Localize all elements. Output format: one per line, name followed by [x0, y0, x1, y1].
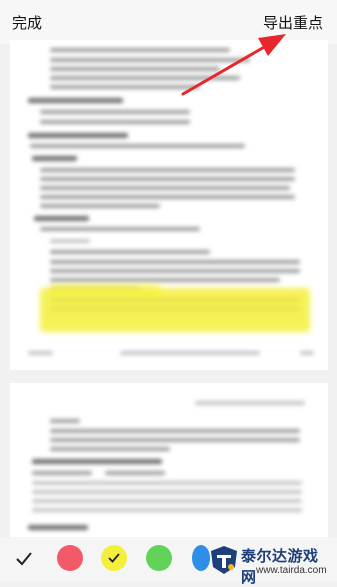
highlight-toolbar: 泰尔达游戏网 www.tairda.com	[0, 537, 337, 586]
selected-check-icon	[108, 553, 120, 563]
watermark-logo: 泰尔达游戏网 www.tairda.com	[210, 543, 330, 586]
color-swatch-yellow-selected[interactable]	[101, 545, 127, 571]
document-page-2	[10, 383, 328, 543]
document-page-1	[10, 40, 328, 370]
top-bar: 完成 导出重点	[0, 0, 337, 44]
blurred-document-content	[10, 383, 328, 543]
done-button[interactable]: 完成	[12, 12, 42, 33]
yellow-highlight	[50, 284, 160, 296]
confirm-check-icon[interactable]	[14, 549, 34, 569]
color-swatch-green[interactable]	[146, 545, 172, 571]
watermark-domain: www.tairda.com	[256, 565, 327, 576]
color-swatch-red[interactable]	[57, 545, 83, 571]
export-highlights-button[interactable]: 导出重点	[263, 12, 323, 33]
shield-logo-icon	[211, 546, 237, 574]
color-swatch-blue[interactable]	[192, 545, 210, 571]
